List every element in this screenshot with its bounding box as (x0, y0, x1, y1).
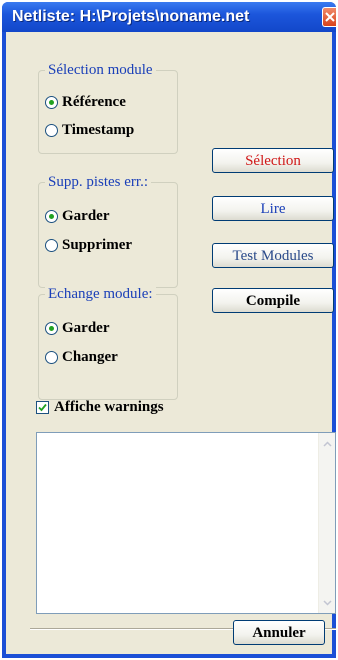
title-bar[interactable]: Netliste: H:\Projets\noname.net (2, 2, 336, 32)
chevron-up-icon (322, 440, 332, 447)
window-title: Netliste: H:\Projets\noname.net (12, 8, 250, 25)
radio-supprimer-label: Supprimer (62, 236, 133, 253)
radio-timestamp-button[interactable] (45, 123, 58, 137)
close-icon (325, 12, 335, 22)
radio-reference-label: Référence (62, 93, 126, 110)
selection-button[interactable]: Sélection (212, 148, 334, 173)
radio-supprimer-button[interactable] (45, 238, 58, 252)
scroll-up-button[interactable] (319, 435, 335, 452)
netlist-window: Netliste: H:\Projets\noname.net Sélectio… (2, 2, 336, 658)
dialog-client-area: Sélection module Référence Timestamp Sup… (6, 32, 336, 654)
echange-module-legend: Echange module: (45, 286, 156, 302)
radio-echange-garder[interactable]: Garder (45, 319, 109, 337)
lire-button[interactable]: Lire (212, 196, 334, 221)
radio-supp-garder-label: Garder (62, 207, 110, 224)
radio-timestamp-label: Timestamp (62, 121, 135, 138)
scroll-down-button[interactable] (319, 594, 335, 611)
echange-module-group: Echange module: Garder Changer (38, 286, 178, 400)
radio-reference-button[interactable] (45, 95, 58, 109)
radio-changer-label: Changer (62, 348, 118, 365)
selection-module-group: Sélection module Référence Timestamp (38, 62, 178, 154)
radio-supprimer[interactable]: Supprimer (45, 236, 132, 254)
selection-module-legend: Sélection module (45, 62, 156, 78)
checkmark-icon (38, 403, 47, 411)
vertical-scrollbar[interactable] (318, 433, 335, 613)
radio-echange-garder-button[interactable] (45, 321, 58, 335)
radio-changer-button[interactable] (45, 350, 58, 364)
chevron-down-icon (322, 599, 332, 606)
annuler-button[interactable]: Annuler (233, 620, 325, 645)
radio-timestamp[interactable]: Timestamp (45, 121, 134, 139)
radio-echange-garder-label: Garder (62, 319, 110, 336)
radio-supp-garder-button[interactable] (45, 209, 58, 223)
radio-supp-garder[interactable]: Garder (45, 207, 109, 225)
radio-reference[interactable]: Référence (45, 93, 126, 111)
warnings-checkbox-box[interactable] (36, 400, 49, 414)
close-button[interactable] (322, 7, 336, 27)
test-modules-button[interactable]: Test Modules (212, 243, 334, 268)
radio-changer[interactable]: Changer (45, 348, 118, 366)
messages-textarea[interactable] (36, 432, 336, 614)
supp-pistes-legend: Supp. pistes err.: (45, 174, 151, 190)
affiche-warnings-checkbox[interactable]: Affiche warnings (36, 398, 164, 416)
compile-button[interactable]: Compile (212, 288, 334, 313)
warnings-checkbox-label: Affiche warnings (54, 398, 164, 415)
supp-pistes-group: Supp. pistes err.: Garder Supprimer (38, 174, 178, 288)
